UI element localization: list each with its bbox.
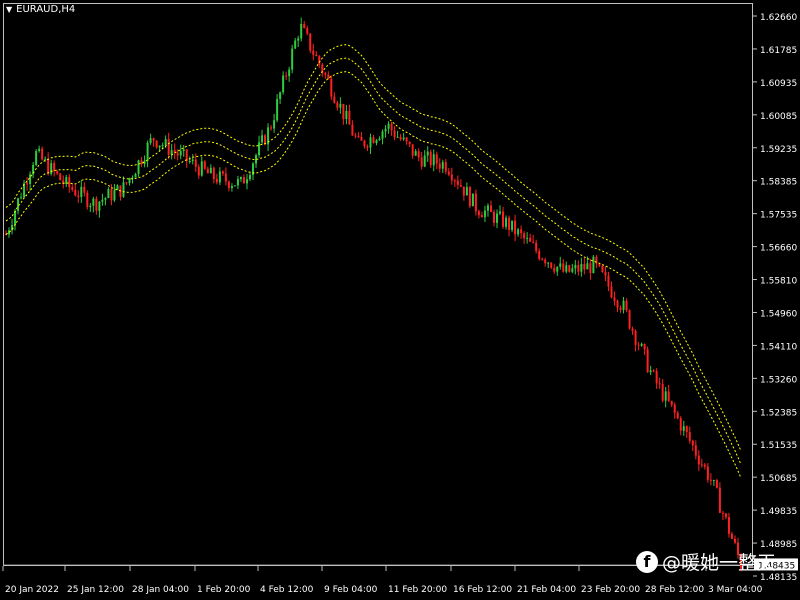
symbol-title[interactable]: ▼ EURAUD,H4 [6,4,75,15]
price-tick-label: 1.50685 [760,474,797,484]
time-tick-label: 25 Jan 12:00 [67,585,124,595]
watermark-text: @暖她一整天 [662,552,777,574]
price-tick-label: 1.60935 [760,79,797,89]
price-tick-label: 1.57535 [760,211,797,221]
price-tick-label: 1.60085 [760,112,797,122]
time-tick-label: 4 Feb 12:00 [260,585,314,595]
price-tick-label: 1.55810 [760,277,797,287]
watermark: f @暖她一整天 [636,548,776,575]
time-tick-label: 16 Feb 12:00 [453,585,512,595]
time-tick-label: 1 Feb 20:00 [197,585,251,595]
price-tick-label: 1.52385 [760,408,797,418]
price-tick-label: 1.56660 [760,244,797,254]
time-tick-label: 9 Feb 04:00 [324,585,378,595]
time-tick-label: 28 Jan 04:00 [132,585,189,595]
chart-window[interactable]: ▼ EURAUD,H4 1.62660 1.61785 1.60935 1.60085… [0,0,800,600]
time-tick-label: 28 Feb 12:00 [645,585,704,595]
symbol-title-text: EURAUD,H4 [16,4,76,15]
price-tick-label: 1.62660 [760,13,797,23]
time-tick-label: 3 Mar 04:00 [708,585,763,595]
facebook-icon: f [636,550,658,573]
time-tick-label: 23 Feb 20:00 [581,585,640,595]
dropdown-arrow-icon[interactable]: ▼ [6,5,12,15]
price-tick-label: 1.54960 [760,309,797,319]
price-tick-label: 1.61785 [760,46,797,56]
time-tick-label: 21 Feb 04:00 [517,585,576,595]
price-tick-label: 1.59235 [760,145,797,155]
price-tick-label: 1.54110 [760,342,797,352]
plot-area[interactable] [3,3,753,566]
price-tick-label: 1.58385 [760,178,797,188]
time-tick-label: 11 Feb 20:00 [388,585,447,595]
price-tick-label: 1.49835 [760,507,797,517]
price-tick-label: 1.53260 [760,375,797,385]
time-tick-label: 20 Jan 2022 [5,585,59,595]
price-tick-label: 1.51535 [760,441,797,451]
